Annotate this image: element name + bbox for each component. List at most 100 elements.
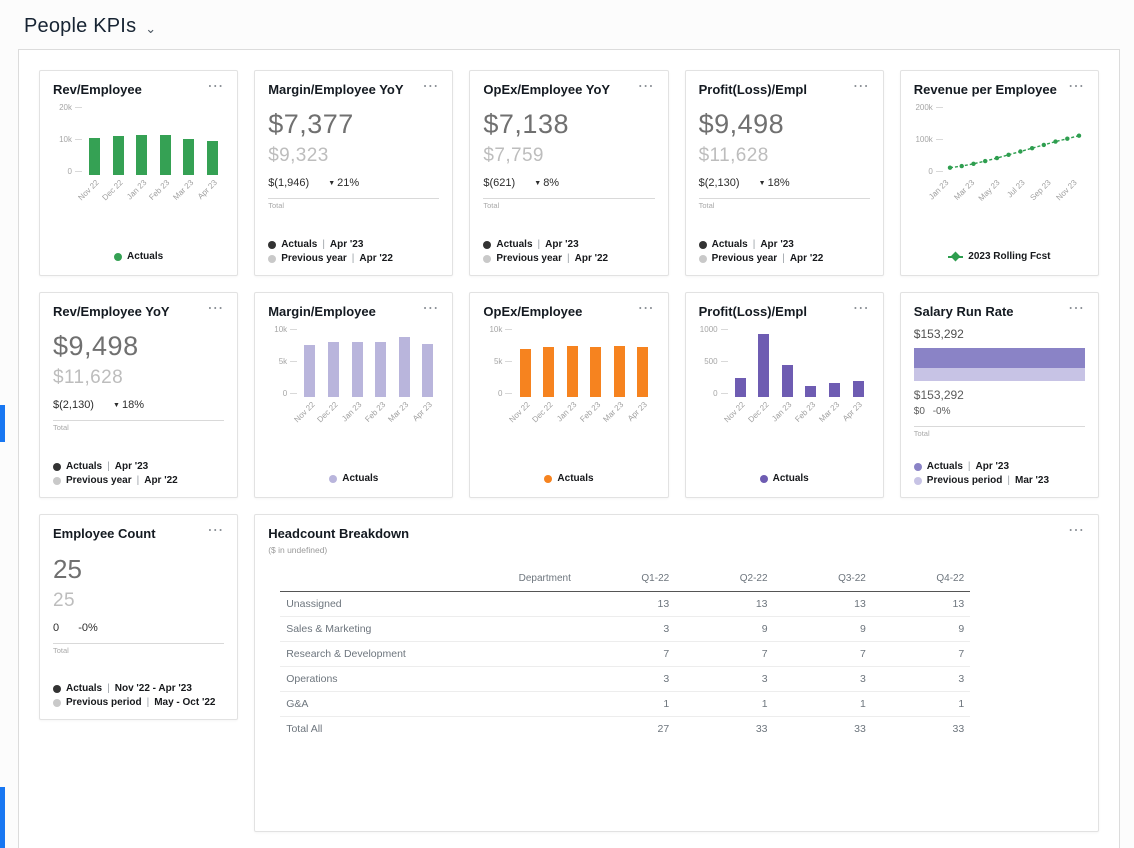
bar[interactable]	[89, 138, 101, 175]
kpi-delta-percent: ▼ 18%	[758, 177, 790, 189]
value-cell: 13	[871, 591, 971, 617]
bar[interactable]	[183, 139, 195, 175]
legend-label: Actuals	[557, 473, 594, 484]
card-title: Rev/Employee YoY	[53, 304, 170, 319]
card-menu-icon[interactable]: ⋯	[1068, 79, 1085, 95]
bar[interactable]	[852, 381, 864, 397]
table-row[interactable]: Sales & Marketing 3 9 9 9	[280, 616, 971, 642]
value-cell: 1	[576, 691, 676, 717]
bar[interactable]	[519, 349, 531, 397]
bar[interactable]	[112, 136, 124, 175]
margin-employee-bar-chart: 10k 5k 0 Nov 22 Dec 22 Jan 23 Feb 23 Mar 23 Apr …	[268, 325, 439, 439]
table-row[interactable]: Total All 27 33 33 33	[280, 717, 970, 742]
salary-run-rate-hbar-chart	[913, 348, 1085, 381]
salary-actuals-value: $153,292	[913, 327, 964, 341]
data-point[interactable]	[1053, 139, 1058, 144]
value-cell: 13	[576, 591, 676, 617]
card-menu-icon[interactable]: ⋯	[638, 79, 655, 95]
data-point[interactable]	[1064, 136, 1070, 141]
legend-row-actuals: Actuals | Apr '23	[913, 461, 1085, 473]
data-point[interactable]	[982, 158, 988, 164]
data-point[interactable]	[947, 165, 952, 170]
y-tick-label: 1000	[699, 324, 718, 334]
bar[interactable]	[781, 365, 793, 397]
bar[interactable]	[805, 386, 817, 397]
hbar-bar[interactable]	[913, 348, 1085, 368]
bar[interactable]	[136, 135, 148, 175]
triangle-down-icon: ▼	[758, 180, 766, 187]
card-header: Headcount Breakdown ($ in undefined) ⋯	[268, 523, 1085, 556]
hbar-bar[interactable]	[913, 368, 1085, 381]
bar[interactable]	[327, 342, 339, 397]
table-row[interactable]: Research & Development 7 7 7 7	[280, 641, 971, 667]
legend-row-previous: Previous year | Apr '22	[268, 253, 439, 265]
y-tick-mark	[505, 328, 513, 330]
bar[interactable]	[613, 346, 625, 397]
kpi-primary-value: 25	[53, 554, 82, 584]
table-row[interactable]: Unassigned 13 13 13 13	[280, 591, 971, 617]
bar[interactable]	[159, 135, 171, 175]
legend-row-actuals: Actuals | Apr '23	[268, 239, 439, 251]
bar[interactable]	[590, 347, 602, 397]
column-header: Q2-22	[675, 569, 774, 592]
table-row[interactable]: G&A 1 1 1 1	[280, 691, 971, 717]
bar[interactable]	[422, 344, 434, 397]
data-point[interactable]	[1029, 146, 1035, 151]
triangle-down-icon: ▼	[113, 402, 120, 409]
card-menu-icon[interactable]: ⋯	[1068, 523, 1085, 539]
data-point[interactable]	[994, 155, 999, 161]
value-cell: 9	[773, 616, 872, 642]
y-tick: 5k	[278, 356, 298, 366]
data-point[interactable]	[1041, 142, 1046, 148]
table-row[interactable]: Operations 3 3 3 3	[280, 666, 971, 692]
bar[interactable]	[566, 346, 578, 397]
card-menu-icon[interactable]: ⋯	[638, 301, 655, 317]
line-legend-marker	[948, 251, 964, 262]
bar[interactable]	[734, 378, 746, 397]
legend-detail: Apr '23	[975, 461, 1010, 472]
legend-label: Actuals	[342, 473, 379, 484]
data-point[interactable]	[1006, 152, 1011, 157]
left-scroll-indicator-bottom[interactable]	[0, 787, 5, 848]
card-menu-icon[interactable]: ⋯	[1068, 301, 1085, 317]
card-menu-icon[interactable]: ⋯	[207, 301, 224, 317]
card-title-group: Headcount Breakdown ($ in undefined)	[268, 526, 409, 555]
card-menu-icon[interactable]: ⋯	[422, 79, 439, 95]
bar[interactable]	[206, 141, 218, 175]
legend-dot	[268, 241, 277, 249]
headcount-table: Department Q1-22 Q2-22 Q3-22 Q4-22 Unassigned…	[280, 569, 971, 742]
kpi-grid: Rev/Employee ⋯ 20k 10k 0 Nov 22 Dec 22 Jan 23…	[39, 70, 1099, 832]
y-tick: 0	[713, 389, 728, 398]
y-tick: 10k	[59, 135, 82, 144]
card-menu-icon[interactable]: ⋯	[853, 79, 870, 95]
card-menu-icon[interactable]: ⋯	[207, 523, 224, 539]
data-point[interactable]	[1076, 133, 1081, 138]
card-menu-icon[interactable]: ⋯	[853, 301, 870, 317]
data-point[interactable]	[959, 163, 964, 169]
chevron-down-icon[interactable]: ⌄	[145, 21, 156, 37]
bar[interactable]	[375, 342, 387, 397]
bar[interactable]	[637, 347, 649, 397]
legend-detail: Apr '22	[144, 475, 178, 486]
card-menu-icon[interactable]: ⋯	[422, 301, 439, 317]
value-cell: 3	[871, 666, 971, 692]
bar[interactable]	[543, 347, 555, 397]
data-point[interactable]	[1017, 149, 1023, 154]
legend-dot	[53, 699, 61, 707]
profit-loss-empl-bar-chart: 1000 500 0 Nov 22 Dec 22 Jan 23 Feb 23 Mar 23 Ap…	[699, 325, 870, 439]
bar[interactable]	[351, 342, 363, 397]
y-axis: 1000 500 0	[699, 324, 729, 398]
bar[interactable]	[304, 345, 316, 397]
y-tick-label: 10k	[274, 324, 288, 334]
value-cell: 13	[675, 591, 774, 617]
bar[interactable]	[398, 337, 410, 397]
card-menu-icon[interactable]: ⋯	[207, 79, 224, 95]
data-point[interactable]	[971, 161, 976, 166]
opex-employee-bar-chart: 10k 5k 0 Nov 22 Dec 22 Jan 23 Feb 23 Mar 23 Apr …	[483, 325, 654, 439]
bar[interactable]	[758, 334, 770, 397]
y-tick-label: 5k	[278, 356, 288, 366]
kpi-secondary-value: $7,759	[483, 145, 544, 166]
bar[interactable]	[828, 383, 840, 397]
left-scroll-indicator-top[interactable]	[0, 405, 5, 442]
divider	[698, 198, 870, 199]
